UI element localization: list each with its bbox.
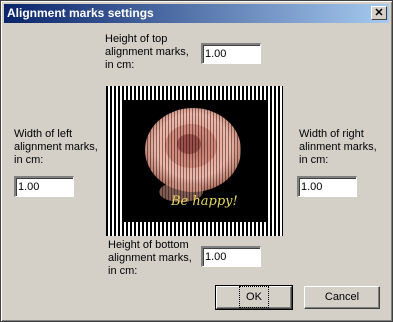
right-label-line-3: in cm: — [299, 154, 329, 166]
bottom-label-line-1: Height of bottom — [108, 239, 189, 251]
bottom-marks-height-input[interactable] — [201, 246, 261, 267]
cancel-button-label: Cancel — [324, 291, 360, 303]
cancel-button[interactable]: Cancel — [304, 286, 380, 309]
right-marks-width-input[interactable] — [297, 176, 357, 197]
rose-photo: Be happy! — [123, 100, 266, 222]
close-icon: ✕ — [374, 7, 384, 19]
window-title: Alignment marks settings — [7, 6, 154, 20]
close-button[interactable]: ✕ — [371, 6, 387, 20]
top-label-line-1: Height of top — [105, 33, 168, 45]
top-label-line-3: in cm: — [105, 59, 135, 71]
bottom-label-line-3: in cm: — [108, 265, 138, 277]
top-label-line-2: alignment marks, — [105, 46, 189, 58]
left-label-line-2: alignment marks, — [14, 141, 98, 153]
left-label-line-1: Width of left — [14, 128, 73, 140]
ok-button[interactable]: OK — [215, 285, 293, 310]
left-marks-width-input[interactable] — [14, 176, 74, 197]
title-bar[interactable]: Alignment marks settings ✕ — [4, 4, 389, 23]
left-label-line-3: in cm: — [14, 154, 44, 166]
alignment-marks-dialog: Alignment marks settings ✕ Height of top… — [0, 0, 393, 322]
ok-button-label: OK — [239, 286, 269, 308]
right-label-line-1: Width of right — [299, 128, 364, 140]
top-marks-label: Height of top alignment marks, in cm: — [105, 33, 189, 72]
preview-caption: Be happy! — [171, 194, 238, 209]
right-label-line-2: alinment marks, — [299, 141, 377, 153]
bottom-marks-label: Height of bottom alignment marks, in cm: — [108, 239, 192, 278]
left-marks-label: Width of left alignment marks, in cm: — [14, 128, 98, 167]
right-marks-label: Width of right alinment marks, in cm: — [299, 128, 377, 167]
preview-image: Be happy! — [106, 86, 283, 236]
top-marks-height-input[interactable] — [201, 43, 261, 64]
bottom-label-line-2: alignment marks, — [108, 252, 192, 264]
